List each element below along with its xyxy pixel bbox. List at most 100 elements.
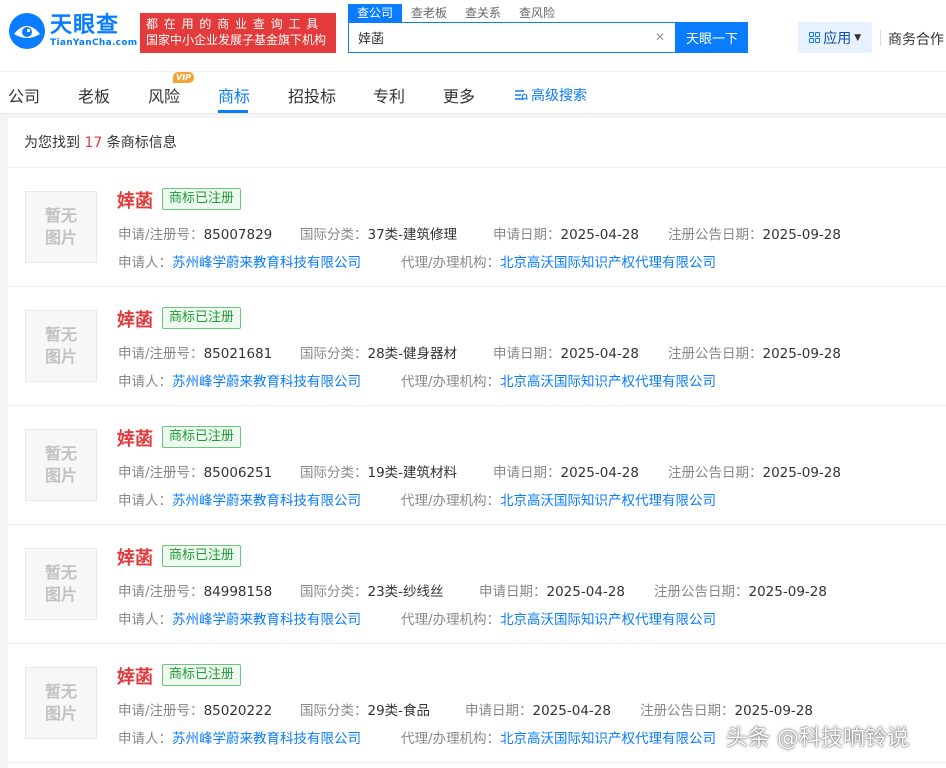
business-cooperation-link[interactable]: 商务合作 (888, 29, 944, 49)
trademark-name[interactable]: 婞菡 (117, 306, 153, 332)
logo-domain: TianYanCha.com (50, 38, 138, 48)
apply-date-value: 2025-04-28 (560, 227, 639, 243)
class-value: 29类-食品 (367, 703, 431, 719)
pub-date-value: 2025-09-28 (762, 346, 841, 362)
nav-risk[interactable]: 风险 (148, 83, 180, 107)
search-tab-boss[interactable]: 查老板 (402, 4, 456, 22)
placeholder-text-2: 图片 (44, 585, 77, 604)
nav-trademark[interactable]: 商标 (218, 83, 250, 107)
class-label: 国际分类： (300, 227, 368, 243)
agent-link[interactable]: 北京高沃国际知识产权代理有限公司 (500, 493, 716, 509)
reg-no-value: 85020222 (203, 703, 273, 719)
result-count: 17 (84, 135, 103, 151)
clear-icon[interactable]: ✕ (655, 30, 665, 44)
logo[interactable]: 天眼查 TianYanCha.com (8, 12, 137, 50)
trademark-card[interactable]: 暂无 图片 婞菡 商标已注册 申请/注册号：85006251 国际分类：19类-建筑材料申… (8, 406, 946, 525)
placeholder-text-1: 暂无 (44, 206, 77, 225)
pub-date-label: 注册公告日期： (640, 703, 735, 719)
placeholder-text-1: 暂无 (44, 444, 77, 463)
apply-date-label: 申请日期： (493, 346, 561, 362)
reg-no-label: 申请/注册号： (118, 703, 204, 719)
applicant-link[interactable]: 苏州峰学蔚来教育科技有限公司 (172, 731, 361, 747)
pub-date-value: 2025-09-28 (748, 584, 827, 600)
nav-patent[interactable]: 专利 (373, 83, 405, 107)
pub-date-label: 注册公告日期： (668, 227, 763, 243)
agent-label: 代理/办理机构： (401, 255, 501, 271)
trademark-image-placeholder[interactable]: 暂无 图片 (25, 667, 97, 739)
agent-label: 代理/办理机构： (401, 612, 501, 628)
advanced-search-label: 高级搜索 (531, 88, 587, 104)
trademark-name[interactable]: 婞菡 (117, 663, 153, 689)
applicant-label: 申请人： (118, 255, 172, 271)
trademark-image-placeholder[interactable]: 暂无 图片 (25, 191, 97, 263)
reg-no-value: 85007829 (203, 227, 273, 243)
apps-button[interactable]: 应用 ▼ (798, 22, 872, 53)
search-tab-relation[interactable]: 查关系 (456, 4, 510, 22)
nav-bidding[interactable]: 招投标 (288, 83, 336, 107)
class-value: 23类-纱线丝 (367, 584, 444, 600)
header-divider (880, 30, 881, 46)
apply-date-value: 2025-04-28 (560, 346, 639, 362)
reg-no-label: 申请/注册号： (118, 465, 204, 481)
class-label: 国际分类： (300, 465, 368, 481)
apply-date-value: 2025-04-28 (560, 465, 639, 481)
status-badge: 商标已注册 (162, 664, 242, 686)
active-tab-indicator (218, 110, 248, 113)
slogan-line-2: 国家中小企业发展子基金旗下机构 (146, 33, 327, 47)
applicant-link[interactable]: 苏州峰学蔚来教育科技有限公司 (172, 612, 361, 628)
reg-no-value: 85006251 (203, 465, 273, 481)
trademark-name[interactable]: 婞菡 (117, 425, 153, 451)
agent-link[interactable]: 北京高沃国际知识产权代理有限公司 (500, 731, 716, 747)
class-label: 国际分类： (300, 703, 368, 719)
agent-link[interactable]: 北京高沃国际知识产权代理有限公司 (500, 374, 716, 390)
watermark: 头条 @科技响铃说 (726, 726, 909, 751)
trademark-card[interactable]: 暂无 图片 婞菡 商标已注册 申请/注册号：85007829 国际分类：37类-建筑修理申… (8, 168, 946, 287)
apply-date-label: 申请日期： (493, 227, 561, 243)
trademark-name[interactable]: 婞菡 (117, 544, 153, 570)
search-button[interactable]: 天眼一下 (676, 22, 748, 53)
search-input[interactable] (349, 23, 639, 52)
pub-date-label: 注册公告日期： (668, 465, 763, 481)
applicant-link[interactable]: 苏州峰学蔚来教育科技有限公司 (172, 255, 361, 271)
applicant-link[interactable]: 苏州峰学蔚来教育科技有限公司 (172, 493, 361, 509)
placeholder-text-1: 暂无 (44, 682, 77, 701)
search-tab-risk[interactable]: 查风险 (510, 4, 564, 22)
trademark-image-placeholder[interactable]: 暂无 图片 (25, 548, 97, 620)
agent-label: 代理/办理机构： (401, 493, 501, 509)
trademark-card[interactable]: 暂无 图片 婞菡 商标已注册 申请/注册号：84998158 国际分类：23类-纱线丝 申请… (8, 525, 946, 644)
placeholder-text-1: 暂无 (44, 563, 77, 582)
search-tab-company[interactable]: 查公司 (348, 4, 403, 22)
agent-link[interactable]: 北京高沃国际知识产权代理有限公司 (500, 612, 716, 628)
search-box: ✕ (348, 22, 676, 53)
reg-no-label: 申请/注册号： (118, 584, 204, 600)
pub-date-value: 2025-09-28 (762, 227, 841, 243)
pub-date-label: 注册公告日期： (668, 346, 763, 362)
trademark-card[interactable]: 暂无 图片 婞菡 商标已注册 申请/注册号：85021681 国际分类：28类-健身器材申… (8, 287, 946, 406)
pub-date-label: 注册公告日期： (654, 584, 749, 600)
pub-date-value: 2025-09-28 (734, 703, 813, 719)
placeholder-text-2: 图片 (44, 704, 77, 723)
logo-title: 天眼查 (50, 13, 120, 38)
class-value: 19类-建筑材料 (367, 465, 458, 481)
pub-date-value: 2025-09-28 (762, 465, 841, 481)
nav-company[interactable]: 公司 (8, 83, 40, 107)
search-type-tabs: 查公司 查老板 查关系 查风险 (348, 4, 564, 22)
applicant-label: 申请人： (118, 731, 172, 747)
nav-more[interactable]: 更多 (443, 83, 475, 107)
advanced-search-link[interactable]: 高级搜索 (514, 85, 587, 105)
agent-link[interactable]: 北京高沃国际知识产权代理有限公司 (500, 255, 716, 271)
trademark-image-placeholder[interactable]: 暂无 图片 (25, 310, 97, 382)
agent-label: 代理/办理机构： (401, 374, 501, 390)
agent-label: 代理/办理机构： (401, 731, 501, 747)
apply-date-value: 2025-04-28 (532, 703, 611, 719)
placeholder-text-2: 图片 (44, 228, 77, 247)
status-badge: 商标已注册 (162, 426, 242, 448)
trademark-image-placeholder[interactable]: 暂无 图片 (25, 429, 97, 501)
summary-prefix: 为您找到 (24, 135, 80, 151)
trademark-name[interactable]: 婞菡 (117, 187, 153, 213)
category-nav: 公司 老板 风险 商标 招投标 专利 更多 高级搜索 (0, 72, 946, 114)
nav-boss[interactable]: 老板 (78, 83, 110, 107)
applicant-link[interactable]: 苏州峰学蔚来教育科技有限公司 (172, 374, 361, 390)
apps-label: 应用 (823, 30, 852, 47)
grid-icon (808, 31, 821, 44)
